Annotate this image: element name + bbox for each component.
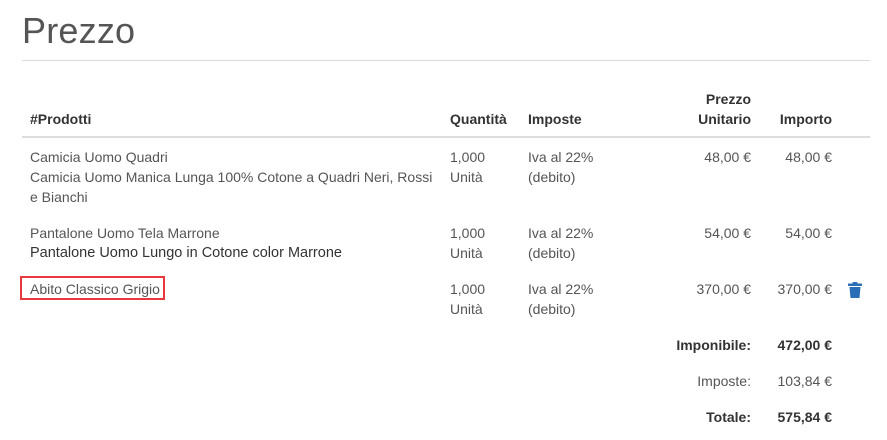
line-amount: 54,00 € xyxy=(785,225,832,241)
header-quantity: Quantità xyxy=(450,111,507,127)
product-name: Camicia Uomo Quadri xyxy=(30,149,168,165)
quantity-value: 1,000 xyxy=(450,225,486,241)
tax-value: Iva al 22% xyxy=(528,281,594,297)
trash-icon[interactable] xyxy=(848,282,862,298)
header-unit-price-line1: Prezzo xyxy=(705,91,751,107)
quantity-unit: Unità xyxy=(450,245,483,261)
title-divider xyxy=(22,60,870,61)
page-title: Prezzo xyxy=(22,10,136,51)
tax-note: (debito) xyxy=(528,169,576,185)
product-description: Camicia Uomo Manica Lunga 100% Cotone a … xyxy=(30,169,433,205)
quantity-unit: Unità xyxy=(450,301,483,317)
product-description: Pantalone Uomo Lungo in Cotone color Mar… xyxy=(30,245,342,261)
total-label: Totale: xyxy=(706,409,751,425)
header-taxes: Imposte xyxy=(528,111,582,127)
tax-value: Iva al 22% xyxy=(528,225,594,241)
unit-price: 370,00 € xyxy=(696,281,752,297)
taxable-value: 472,00 € xyxy=(777,337,833,353)
taxes-value: 103,84 € xyxy=(777,373,833,389)
header-unit-price: Prezzo Unitario xyxy=(650,89,751,129)
header-unit-price-line2: Unitario xyxy=(698,111,751,127)
product-name: Pantalone Uomo Tela Marrone xyxy=(30,225,220,241)
unit-price: 54,00 € xyxy=(704,225,751,241)
header-amount: Importo xyxy=(779,111,832,127)
total-value: 575,84 € xyxy=(777,409,833,425)
product-name-highlight xyxy=(20,276,165,300)
quantity-value: 1,000 xyxy=(450,149,486,165)
line-amount: 370,00 € xyxy=(777,281,833,297)
line-amount: 48,00 € xyxy=(785,149,832,165)
header-products: #Prodotti xyxy=(30,111,92,127)
quantity-unit: Unità xyxy=(450,169,483,185)
unit-price: 48,00 € xyxy=(704,149,751,165)
tax-note: (debito) xyxy=(528,245,576,261)
tax-note: (debito) xyxy=(528,301,576,317)
taxable-label: Imponibile: xyxy=(676,337,751,353)
tax-value: Iva al 22% xyxy=(528,149,594,165)
header-divider xyxy=(22,136,870,138)
taxes-label: Imposte: xyxy=(697,373,751,389)
quantity-value: 1,000 xyxy=(450,281,486,297)
